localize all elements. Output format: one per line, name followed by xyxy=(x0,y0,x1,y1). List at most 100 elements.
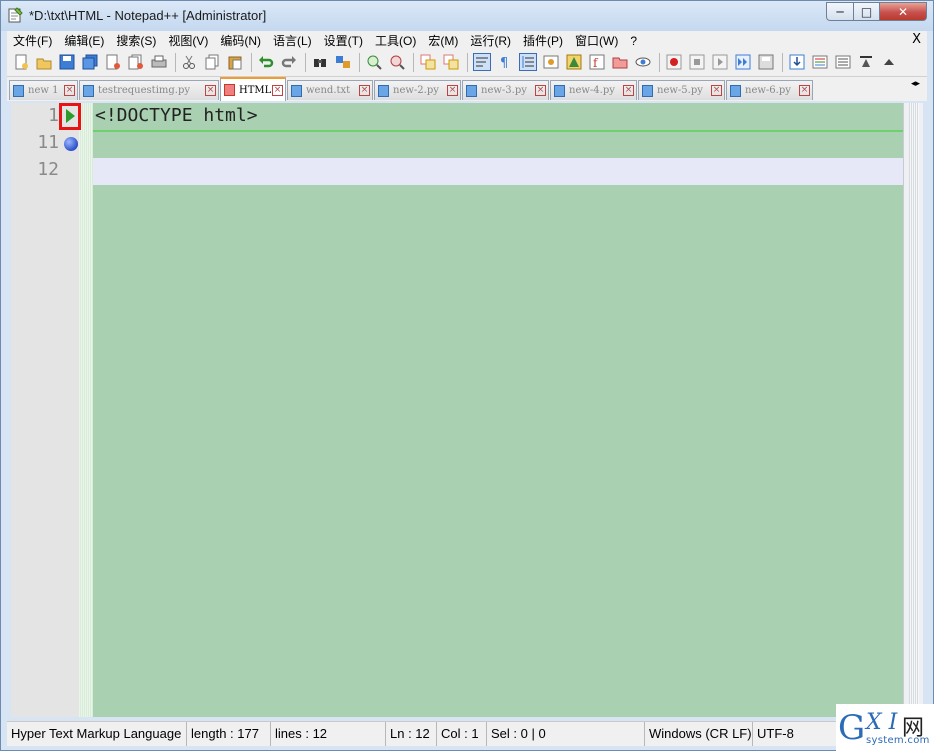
compare-2-icon[interactable] xyxy=(835,54,851,70)
close-window-button[interactable]: ✕ xyxy=(879,2,927,21)
status-encoding: UTF-8 xyxy=(757,726,794,741)
replace-icon[interactable] xyxy=(335,54,351,70)
record-macro-icon[interactable] xyxy=(666,54,682,70)
menu-window[interactable]: 窗口(W) xyxy=(569,32,624,49)
code-area[interactable]: <!DOCTYPE html> xyxy=(93,103,903,717)
current-line[interactable] xyxy=(93,158,903,185)
menu-edit[interactable]: 编辑(E) xyxy=(58,32,110,49)
file-icon xyxy=(378,84,389,97)
menu-search[interactable]: 搜索(S) xyxy=(110,32,162,49)
undo-icon[interactable] xyxy=(258,54,274,70)
status-bar: Hyper Text Markup Language length : 177 … xyxy=(7,721,927,746)
status-eol: Windows (CR LF) xyxy=(645,722,753,746)
tab-wend-txt[interactable]: wend.txt × xyxy=(287,80,373,100)
play-macro-icon[interactable] xyxy=(712,54,728,70)
close-all-icon[interactable] xyxy=(128,54,144,70)
menu-encoding[interactable]: 编码(N) xyxy=(214,32,267,49)
tab-scroll-icon[interactable]: ◂▸ xyxy=(911,79,923,97)
notepadpp-window: *D:\txt\HTML - Notepad++ [Administrator]… xyxy=(0,0,934,751)
maximize-button[interactable]: □ xyxy=(853,2,880,21)
tab-new-2[interactable]: new-2.py × xyxy=(374,80,461,100)
menu-plugins[interactable]: 插件(P) xyxy=(517,32,569,49)
watermark-logo: G X I 网 system.com xyxy=(836,704,934,751)
menu-help[interactable]: ? xyxy=(624,34,643,48)
function-list-icon[interactable]: f xyxy=(589,54,605,70)
tab-html[interactable]: HTML × xyxy=(220,77,286,101)
tab-testrequestimg[interactable]: testrequestimg.py × xyxy=(79,80,219,100)
tab-close-icon[interactable]: × xyxy=(535,85,546,96)
save-all-icon[interactable] xyxy=(82,54,98,70)
title-bar[interactable]: *D:\txt\HTML - Notepad++ [Administrator]… xyxy=(1,1,933,31)
tab-close-icon[interactable]: × xyxy=(359,85,370,96)
tab-close-icon[interactable]: × xyxy=(447,85,458,96)
tab-close-icon[interactable]: × xyxy=(711,85,722,96)
user-lang-icon[interactable] xyxy=(543,54,559,70)
scrollbar-track[interactable] xyxy=(909,103,919,717)
code-line[interactable]: <!DOCTYPE html> xyxy=(93,103,903,132)
toolbar-separator xyxy=(359,53,360,72)
folder-workspace-icon[interactable] xyxy=(612,54,628,70)
tab-close-icon[interactable]: × xyxy=(799,85,810,96)
menu-settings[interactable]: 设置(T) xyxy=(318,32,369,49)
zoom-in-icon[interactable] xyxy=(366,54,382,70)
code-line[interactable] xyxy=(93,132,903,159)
run-macro-multiple-icon[interactable] xyxy=(735,54,751,70)
tab-label: new-5.py xyxy=(657,85,703,96)
indent-guide-icon[interactable] xyxy=(519,53,537,71)
toolbar-separator xyxy=(659,53,660,72)
save-icon[interactable] xyxy=(59,54,75,70)
new-file-icon[interactable] xyxy=(13,54,29,70)
copy-icon[interactable] xyxy=(204,54,220,70)
menu-run[interactable]: 运行(R) xyxy=(464,32,517,49)
save-macro-icon[interactable] xyxy=(758,54,774,70)
tab-new-3[interactable]: new-3.py × xyxy=(462,80,549,100)
redo-icon[interactable] xyxy=(281,54,297,70)
menu-language[interactable]: 语言(L) xyxy=(267,32,318,49)
vertical-scrollbar[interactable] xyxy=(903,103,923,717)
menu-file[interactable]: 文件(F) xyxy=(7,32,58,49)
status-sel: Sel : 0 | 0 xyxy=(487,722,645,746)
status-language: Hyper Text Markup Language xyxy=(7,722,187,746)
tab-close-icon[interactable]: × xyxy=(272,84,283,96)
find-icon[interactable] xyxy=(312,54,328,70)
bookmark-icon[interactable] xyxy=(64,137,78,151)
zoom-out-icon[interactable] xyxy=(389,54,405,70)
menu-tools[interactable]: 工具(O) xyxy=(369,32,422,49)
show-all-chars-icon[interactable]: ¶ xyxy=(497,54,513,70)
print-icon[interactable] xyxy=(151,54,167,70)
run-icon[interactable] xyxy=(789,54,805,70)
fold-arrow-icon[interactable] xyxy=(66,109,75,123)
minimize-button[interactable]: ─ xyxy=(826,2,854,21)
menu-macro[interactable]: 宏(M) xyxy=(422,32,464,49)
tab-new-4[interactable]: new-4.py × xyxy=(550,80,637,100)
tab-label: new 1 xyxy=(28,85,59,96)
tab-new-5[interactable]: new-5.py × xyxy=(638,80,725,100)
tab-close-icon[interactable]: × xyxy=(205,85,216,96)
tab-close-icon[interactable]: × xyxy=(623,85,634,96)
fold-margin[interactable] xyxy=(79,103,93,717)
editor[interactable]: 1 11 12 <!DOCTYPE html> xyxy=(11,103,923,717)
close-icon[interactable] xyxy=(105,54,121,70)
cut-icon[interactable] xyxy=(181,54,197,70)
compare-3-icon[interactable] xyxy=(858,54,874,70)
toolbar-separator xyxy=(413,53,414,72)
sync-h-icon[interactable] xyxy=(443,54,459,70)
file-icon xyxy=(466,84,477,97)
compare-icon[interactable] xyxy=(812,54,828,70)
up-icon[interactable] xyxy=(881,54,897,70)
watermark-g: G xyxy=(838,708,866,748)
stop-macro-icon[interactable] xyxy=(689,54,705,70)
tab-new-6[interactable]: new-6.py × xyxy=(726,80,813,100)
sync-v-icon[interactable] xyxy=(420,54,436,70)
doc-map-icon[interactable] xyxy=(566,54,582,70)
paste-icon[interactable] xyxy=(227,54,243,70)
toolbar: ¶ f xyxy=(7,50,927,77)
monitor-icon[interactable] xyxy=(635,54,651,70)
tab-close-icon[interactable]: × xyxy=(64,85,75,96)
open-file-icon[interactable] xyxy=(36,54,52,70)
menu-view[interactable]: 视图(V) xyxy=(162,32,214,49)
close-document-button[interactable]: X xyxy=(912,32,921,47)
word-wrap-icon[interactable] xyxy=(473,53,491,71)
tab-new-1[interactable]: new 1 × xyxy=(9,80,78,100)
line-number-margin[interactable] xyxy=(11,103,79,717)
